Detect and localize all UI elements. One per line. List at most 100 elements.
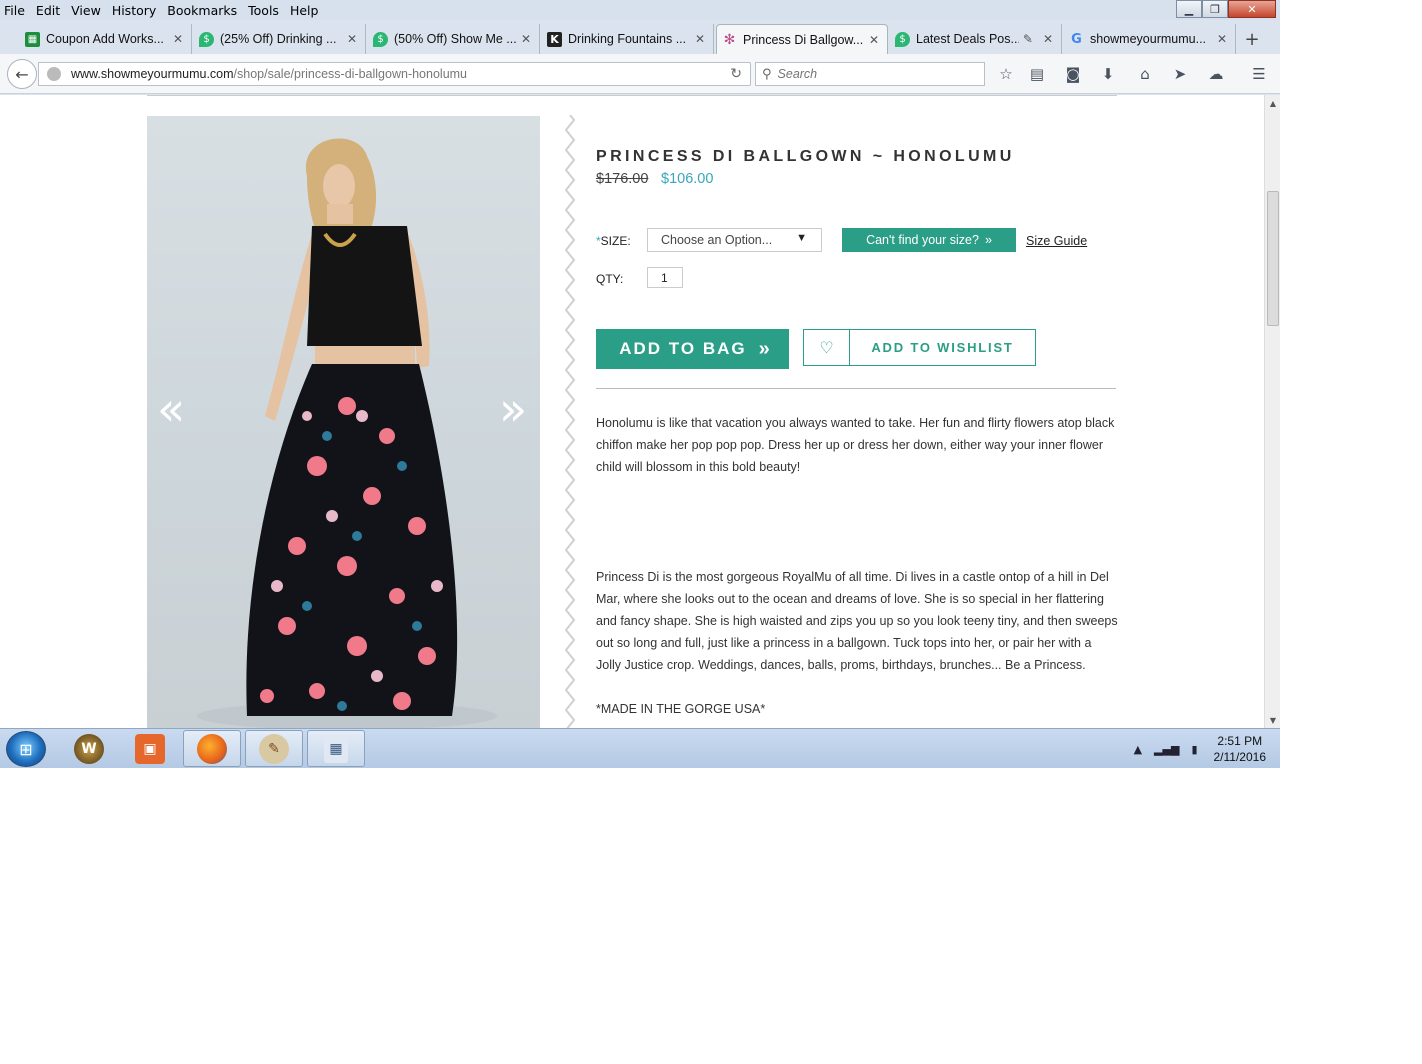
taskbar-firefox[interactable] — [183, 730, 241, 767]
tab-latest-deals[interactable]: $ Latest Deals Pos... ✎ ✕ — [890, 24, 1062, 54]
sheets-icon: ▦ — [25, 31, 40, 47]
sale-price: $106.00 — [661, 171, 714, 187]
downloads-icon[interactable]: ⬇ — [1098, 64, 1118, 84]
cant-find-size-button[interactable]: Can't find your size? » — [842, 228, 1016, 252]
zigzag-divider — [564, 115, 576, 728]
menu-bar: File Edit View History Bookmarks Tools H… — [0, 0, 1280, 20]
search-input[interactable] — [777, 67, 968, 81]
bookmark-star-icon[interactable]: ☆ — [996, 64, 1016, 84]
menu-tools[interactable]: Tools — [248, 3, 279, 18]
tab-princess-di-ballgown[interactable]: ✻ Princess Di Ballgow... ✕ — [716, 24, 888, 54]
browser-chrome: File Edit View History Bookmarks Tools H… — [0, 0, 1280, 96]
menu-file[interactable]: File — [4, 3, 25, 18]
flower-icon: ✻ — [723, 31, 736, 48]
scrollbar-thumb[interactable] — [1267, 191, 1279, 326]
system-tray: ▲ ▂▄▆ ▮ 2:51 PM 2/11/2016 — [1134, 729, 1266, 769]
menu-help[interactable]: Help — [290, 3, 319, 18]
url-path: /shop/sale/princess-di-ballgown-honolumu — [233, 67, 468, 81]
qty-label: QTY: — [596, 272, 624, 286]
show-hidden-icons-icon[interactable]: ▲ — [1134, 743, 1142, 756]
tab-label: (25% Off) Drinking ... — [220, 32, 337, 46]
navigation-bar: ← www.showmeyourmumu.com/shop/sale/princ… — [0, 54, 1280, 94]
windows-logo-icon: ⊞ — [19, 739, 33, 759]
tab-label: Coupon Add Works... — [46, 32, 164, 46]
taskbar-wow[interactable]: W — [60, 730, 118, 767]
previous-image-arrow-icon[interactable]: « — [157, 386, 185, 432]
taskbar-paint[interactable]: ✎ — [245, 730, 303, 767]
chat-icon[interactable]: ☁ — [1206, 64, 1226, 84]
tab-drinking-fountains[interactable]: K Drinking Fountains ... ✕ — [542, 24, 714, 54]
product-photo — [197, 138, 497, 728]
tab-close-icon[interactable]: ✕ — [347, 32, 357, 46]
send-icon[interactable]: ➤ — [1170, 64, 1190, 84]
size-select[interactable]: Choose an Option... ▼ — [647, 228, 822, 252]
top-divider — [147, 95, 1117, 96]
google-icon: G — [1071, 31, 1082, 47]
tab-close-icon[interactable]: ✕ — [1043, 32, 1053, 46]
page-viewport: « » PRINCESS DI BALLGOWN ~ HONOLUMU $176… — [0, 95, 1280, 728]
menu-history[interactable]: History — [112, 3, 156, 18]
hamburger-menu-icon[interactable]: ☰ — [1249, 64, 1269, 84]
window-controls: ▁ ❐ ✕ — [1176, 0, 1276, 18]
add-to-wishlist-label: ADD TO WISHLIST — [871, 340, 1014, 355]
quantity-input[interactable] — [647, 267, 683, 288]
menu-view[interactable]: View — [71, 3, 101, 18]
tab-close-icon[interactable]: ✕ — [173, 32, 183, 46]
add-to-bag-button[interactable]: ADD TO BAG » — [596, 329, 789, 369]
scroll-up-icon[interactable]: ▲ — [1265, 95, 1281, 111]
add-to-wishlist-button[interactable]: ♡ ADD TO WISHLIST — [803, 329, 1036, 366]
tab-coupon-add-works[interactable]: ▦ Coupon Add Works... ✕ — [20, 24, 192, 54]
k-icon: K — [547, 31, 562, 47]
tab-drinking-25-off[interactable]: $ (25% Off) Drinking ... ✕ — [194, 24, 366, 54]
double-chevron-right-icon: » — [758, 337, 770, 360]
tab-label: showmeyourmumu... — [1090, 32, 1207, 46]
page-scrollbar[interactable]: ▲ ▼ — [1264, 95, 1280, 728]
tab-google-search[interactable]: G showmeyourmumu... ✕ — [1064, 24, 1236, 54]
scroll-down-icon[interactable]: ▼ — [1265, 712, 1281, 728]
size-guide-link[interactable]: Size Guide — [1026, 234, 1087, 248]
paint-icon: ✎ — [259, 733, 289, 764]
tab-label: (50% Off) Show Me ... — [394, 32, 517, 46]
next-image-arrow-icon[interactable]: » — [499, 386, 527, 432]
globe-icon — [47, 67, 61, 81]
taskbar-calculator[interactable]: ▦ — [307, 730, 365, 767]
home-icon[interactable]: ⌂ — [1135, 64, 1155, 84]
start-button[interactable]: ⊞ — [6, 731, 46, 767]
pocket-icon[interactable]: ◙ — [1063, 64, 1083, 84]
new-tab-button[interactable]: + — [1238, 24, 1266, 54]
system-clock[interactable]: 2:51 PM 2/11/2016 — [1214, 733, 1267, 765]
section-divider — [596, 388, 1116, 389]
tag-icon: $ — [373, 31, 388, 47]
back-arrow-icon: ← — [15, 64, 29, 84]
product-title: PRINCESS DI BALLGOWN ~ HONOLUMU — [596, 148, 1015, 165]
url-bar[interactable]: www.showmeyourmumu.com/shop/sale/princes… — [38, 62, 751, 86]
tab-show-me-50-off[interactable]: $ (50% Off) Show Me ... ✕ — [368, 24, 540, 54]
calculator-icon: ▦ — [324, 734, 348, 763]
reading-list-icon[interactable]: ▤ — [1027, 64, 1047, 84]
menu-edit[interactable]: Edit — [36, 3, 60, 18]
taskbar-office[interactable]: ▣ — [121, 730, 179, 767]
tab-strip: ▦ Coupon Add Works... ✕ $ (25% Off) Drin… — [0, 24, 1280, 54]
reload-icon[interactable]: ↻ — [730, 66, 742, 82]
tab-close-icon[interactable]: ✕ — [1217, 32, 1227, 46]
restore-button[interactable]: ❐ — [1202, 0, 1228, 18]
close-window-button[interactable]: ✕ — [1228, 0, 1276, 18]
tab-close-icon[interactable]: ✕ — [521, 32, 531, 46]
description-paragraph-1: Honolumu is like that vacation you alway… — [596, 416, 1115, 474]
network-signal-icon[interactable]: ▂▄▆ — [1154, 743, 1179, 756]
menu-bookmarks[interactable]: Bookmarks — [167, 3, 237, 18]
power-icon[interactable]: ▮ — [1191, 743, 1197, 756]
tab-label: Drinking Fountains ... — [568, 32, 687, 46]
minimize-button[interactable]: ▁ — [1176, 0, 1202, 18]
size-label: *SIZE: — [596, 234, 631, 248]
tab-close-icon[interactable]: ✕ — [695, 32, 705, 46]
back-button[interactable]: ← — [7, 59, 37, 89]
size-select-value: Choose an Option... — [661, 233, 773, 247]
mute-icon[interactable]: ✎ — [1023, 32, 1033, 46]
search-icon: ⚲ — [762, 66, 772, 82]
url-domain: www.showmeyourmumu.com — [71, 67, 234, 81]
tab-close-icon[interactable]: ✕ — [869, 33, 879, 47]
windows-taskbar: ⊞ W ▣ ✎ ▦ ▲ ▂▄▆ ▮ 2:51 PM 2/11/2016 — [0, 728, 1280, 768]
product-image-gallery: « » — [147, 116, 540, 728]
search-box[interactable]: ⚲ — [755, 62, 985, 86]
